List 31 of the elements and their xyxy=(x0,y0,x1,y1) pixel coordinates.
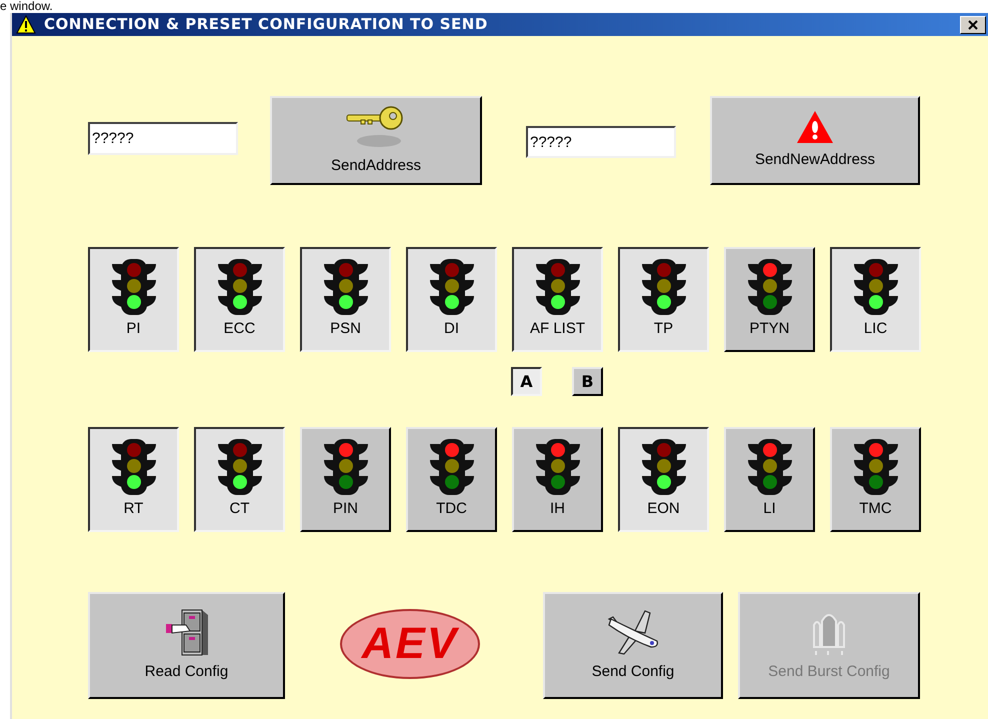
signal-toggle-button[interactable]: IH xyxy=(512,427,603,532)
company-logo: AEV xyxy=(340,609,480,679)
signal-toggle-button[interactable]: DI xyxy=(406,247,497,352)
signal-toggle-button[interactable]: PSN xyxy=(300,247,391,352)
address-field[interactable]: ????? xyxy=(88,122,238,155)
page-text: e window. xyxy=(0,0,54,13)
variant-toggle-button[interactable]: A xyxy=(511,367,542,396)
window-title: CONNECTION & PRESET CONFIGURATION TO SEND xyxy=(44,14,488,36)
signal-toggle-button[interactable]: CT xyxy=(194,427,285,532)
new-address-field[interactable]: ????? xyxy=(526,126,676,158)
signal-toggle-button[interactable]: TMC xyxy=(830,427,921,532)
signal-toggle-button[interactable]: EON xyxy=(618,427,709,532)
send-new-address-button[interactable]: SendNewAddress xyxy=(710,96,920,185)
signal-toggle-button[interactable]: LI xyxy=(724,427,815,532)
send-address-button[interactable]: SendAddress xyxy=(270,96,482,185)
warning-icon xyxy=(16,15,36,34)
signal-toggle-button[interactable]: ECC xyxy=(194,247,285,352)
send-config-button[interactable]: Send Config xyxy=(543,592,723,699)
signal-toggle-button[interactable]: PTYN xyxy=(724,247,815,352)
signal-toggle-button[interactable]: PIN xyxy=(300,427,391,532)
close-icon xyxy=(968,20,978,30)
signal-toggle-button[interactable]: TDC xyxy=(406,427,497,532)
read-config-button[interactable]: Read Config xyxy=(88,592,285,699)
signal-toggle-button[interactable]: TP xyxy=(618,247,709,352)
variant-toggle-button[interactable]: B xyxy=(572,367,603,396)
signal-toggle-button[interactable]: RT xyxy=(88,427,179,532)
signal-toggle-button[interactable]: LIC xyxy=(830,247,921,352)
signal-toggle-button[interactable]: PI xyxy=(88,247,179,352)
close-button[interactable] xyxy=(960,16,986,34)
warning-icon xyxy=(795,109,835,146)
signal-toggle-button[interactable]: AF LIST xyxy=(512,247,603,352)
